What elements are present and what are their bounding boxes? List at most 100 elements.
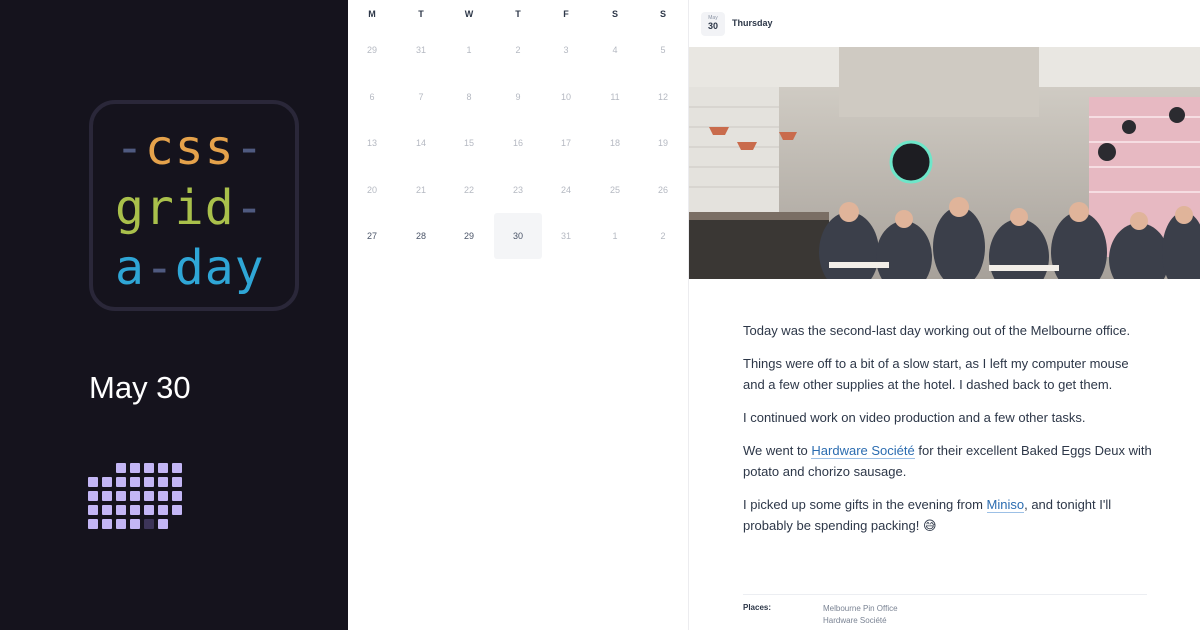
calendar-icon-cell [130, 463, 140, 473]
calendar-icon-cell [172, 463, 182, 473]
weekday-header: W [464, 9, 474, 19]
calendar-icon-cell [88, 505, 98, 515]
calendar-icon-cell [102, 519, 112, 529]
calendar-day: 3 [563, 45, 569, 55]
entry-paragraph-5: I picked up some gifts in the evening fr… [743, 497, 1112, 533]
places-label: Places: [743, 603, 772, 612]
calendar-day: 8 [466, 91, 472, 102]
entry-paragraph-3: I continued work on video production and… [743, 410, 1086, 425]
calendar-icon-cell [116, 463, 126, 473]
calendar-day: 1 [466, 45, 472, 55]
entry-panel: May 30 Thursday Today was the second-las… [688, 0, 1200, 630]
calendar-day: 15 [463, 138, 474, 148]
calendar-day: 21 [415, 184, 426, 195]
calendar-grid-icon [88, 463, 184, 533]
entry-paragraph-4: We went to Hardware Société for their ex… [743, 443, 1152, 479]
calendar-day: 26 [657, 184, 668, 195]
weekday-header: T [515, 9, 521, 19]
calendar-icon-cell [172, 491, 182, 501]
weekday-header: M [368, 9, 376, 19]
calendar-icon-cell [102, 477, 112, 487]
calendar-icon-cell [144, 505, 154, 515]
calendar-day: 22 [463, 184, 474, 195]
calendar-icon-cell [102, 491, 112, 501]
calendar-icon-cell [130, 519, 140, 529]
logo-line-3: a-day [115, 240, 265, 296]
calendar-day[interactable]: 29 [445, 213, 493, 259]
calendar-icon-cell [88, 477, 98, 487]
calendar-day: 13 [366, 138, 377, 148]
logo-word-css: css [144, 120, 235, 176]
calendar-day: 4 [612, 45, 618, 55]
calendar-icon-cell [172, 477, 182, 487]
logo-line-1: -css- [115, 120, 265, 176]
calendar-icon-cell [158, 477, 168, 487]
calendar-icon-cell [144, 491, 154, 501]
logo-word-grid: grid [115, 180, 235, 236]
calendar-day: 29 [366, 45, 377, 55]
place-item: Melbourne Pin Office [823, 604, 898, 613]
calendar-icon-cell [116, 519, 126, 529]
sidebar-date: May 30 [89, 370, 191, 405]
calendar-day: 24 [560, 184, 571, 195]
calendar-icon-cell [88, 491, 98, 501]
calendar-icon-cell [130, 491, 140, 501]
calendar-day: 23 [512, 184, 523, 195]
date-badge-day: 30 [707, 21, 718, 31]
calendar-icon-cell [130, 477, 140, 487]
calendar-day: 5 [660, 45, 666, 55]
calendar-icon-cell [144, 519, 154, 529]
calendar-icon-cell [172, 505, 182, 515]
calendar-day[interactable]: 28 [397, 213, 445, 259]
calendar-day: 11 [610, 91, 620, 102]
entry-paragraph-1: Today was the second-last day working ou… [743, 323, 1131, 338]
calendar-day: 2 [660, 231, 666, 241]
css-grid-a-day-logo: -css- grid- a-day [89, 100, 299, 311]
entry-paragraph-2: Things were off to a bit of a slow start… [743, 356, 1129, 392]
calendar-day: 7 [418, 91, 424, 102]
calendar-icon-cell [116, 477, 126, 487]
calendar-day: 25 [609, 184, 620, 195]
calendar-day: 16 [512, 138, 523, 148]
calendar-icon-cell [158, 491, 168, 501]
place-item: Hardware Société [823, 616, 887, 625]
calendar-day: 1 [612, 231, 618, 241]
calendar-icon-cell [102, 505, 112, 515]
logo-word-a: a [115, 240, 145, 296]
date-badge: May 30 [701, 12, 725, 36]
calendar-icon-cell [144, 477, 154, 487]
calendar-icon-cell [88, 519, 98, 529]
calendar-day: 17 [560, 138, 571, 148]
calendar-day-selected[interactable]: 30 [494, 213, 542, 259]
calendar-icon-cell [130, 505, 140, 515]
calendar-icon-cell [158, 519, 168, 529]
calendar-day: 9 [515, 91, 521, 102]
calendar-icon-cell [158, 505, 168, 515]
calendar-day: 6 [369, 91, 375, 102]
restaurant-photo-illustration [689, 47, 1200, 279]
entry-body: Today was the second-last day working ou… [743, 320, 1153, 548]
places-list: Melbourne Pin Office Hardware Société [823, 603, 898, 627]
calendar-day[interactable]: 27 [348, 213, 396, 259]
calendar-day: 2 [515, 45, 521, 55]
calendar-day: 20 [366, 184, 377, 195]
weekday-header: S [659, 9, 666, 19]
calendar-day: 14 [415, 138, 426, 148]
calendar-day: 19 [657, 138, 668, 148]
calendar-day: 31 [415, 45, 426, 55]
hardware-societe-link[interactable]: Hardware Société [811, 443, 915, 459]
weekday-header: T [418, 9, 424, 19]
logo-line-2: grid- [115, 180, 265, 236]
weekday-header: F [563, 9, 569, 19]
calendar-icon-cell [144, 463, 154, 473]
restaurant-photo [689, 47, 1200, 279]
miniso-link[interactable]: Miniso [986, 497, 1025, 513]
sidebar-panel: -css- grid- a-day May 30 [0, 0, 348, 630]
calendar-day: 31 [560, 231, 571, 241]
logo-word-day: day [174, 240, 265, 296]
calendar-day: 18 [609, 138, 620, 148]
calendar-icon-cell [158, 463, 168, 473]
month-calendar: M T W T F S S 29 31 1 2 3 4 5 6 7 8 9 10 11 12 13 14 15 16 17 18 19… [348, 0, 688, 630]
calendar-day: 10 [560, 91, 571, 102]
places-divider [743, 594, 1147, 595]
